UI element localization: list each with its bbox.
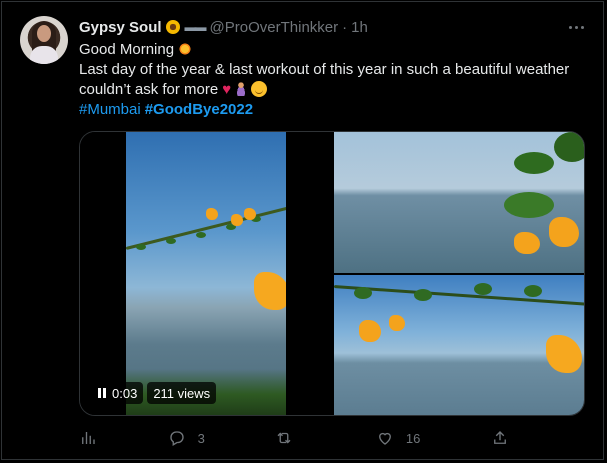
leaf xyxy=(554,132,584,162)
user-handle[interactable]: @ProOverThinkker xyxy=(210,19,339,36)
flower xyxy=(359,320,381,342)
view-count: 211 views xyxy=(147,382,217,404)
heart-icon xyxy=(378,432,391,445)
video-controls: 0:03 211 views xyxy=(92,382,217,404)
tweet-actions: 3 16 xyxy=(79,428,509,448)
flower xyxy=(514,232,540,254)
more-options-icon[interactable] xyxy=(566,17,586,37)
sun-emoji-icon xyxy=(178,42,193,56)
relieved-face-emoji-icon xyxy=(251,81,268,97)
tweet-text: Good Morning Last day of the year & last… xyxy=(79,40,579,120)
leaf xyxy=(166,238,176,244)
tweet-header: Gypsy Soul ▬▬ @ProOverThinkker · 1h xyxy=(79,17,368,37)
display-name[interactable]: Gypsy Soul xyxy=(79,19,162,36)
flower xyxy=(231,214,243,226)
media-grid: 0:03 211 views xyxy=(79,131,585,416)
leaf xyxy=(136,244,146,250)
pause-icon[interactable] xyxy=(98,388,106,398)
meditation-emoji-icon xyxy=(235,82,248,96)
video-thumbnail xyxy=(126,132,286,415)
like-count: 16 xyxy=(405,430,421,446)
hashtag-goodbye2022[interactable]: #GoodBye2022 xyxy=(145,101,253,118)
view-count-text: 211 views xyxy=(153,385,211,401)
heart-emoji-icon: ♥ xyxy=(222,81,232,98)
branch xyxy=(334,285,584,306)
photo-top-right[interactable] xyxy=(334,132,584,273)
leaf xyxy=(414,289,432,301)
tweet-time[interactable]: 1h xyxy=(351,19,368,36)
video-time: 0:03 xyxy=(112,385,138,401)
sunglasses-emoji-icon: ▬▬ xyxy=(184,20,207,34)
flower xyxy=(549,217,579,247)
retweet-icon xyxy=(277,432,291,444)
flower xyxy=(254,272,286,310)
share-button[interactable] xyxy=(491,429,509,447)
photo-bottom-right[interactable] xyxy=(334,275,584,415)
avatar-body xyxy=(30,46,58,64)
leaf xyxy=(354,287,372,299)
leaf xyxy=(504,192,554,218)
avatar[interactable] xyxy=(20,16,68,64)
tweet-line-3: couldn’t ask for more xyxy=(79,81,219,98)
bar-chart-icon xyxy=(82,432,95,444)
sunflower-emoji-icon xyxy=(165,20,180,34)
reply-icon xyxy=(169,431,184,446)
video-player[interactable]: 0:03 211 views xyxy=(80,132,332,415)
reply-count: 3 xyxy=(197,430,205,446)
like-button[interactable]: 16 xyxy=(376,429,420,447)
analytics-button[interactable] xyxy=(79,429,97,447)
leaf xyxy=(524,285,542,297)
avatar-face xyxy=(37,25,51,42)
flower xyxy=(244,208,256,220)
playback-pill[interactable]: 0:03 xyxy=(92,382,144,404)
leaf xyxy=(474,283,492,295)
separator-dot: · xyxy=(342,18,348,36)
tweet-line-1: Good Morning xyxy=(79,41,175,58)
flower xyxy=(546,335,582,373)
hashtag-mumbai[interactable]: #Mumbai xyxy=(79,101,141,118)
reply-button[interactable]: 3 xyxy=(168,429,205,447)
retweet-button[interactable] xyxy=(275,429,305,447)
leaf xyxy=(196,232,206,238)
share-icon xyxy=(494,431,506,444)
flower xyxy=(206,208,218,220)
tweet-line-2: Last day of the year & last workout of t… xyxy=(79,61,570,78)
leaf xyxy=(514,152,554,174)
flower xyxy=(389,315,405,331)
